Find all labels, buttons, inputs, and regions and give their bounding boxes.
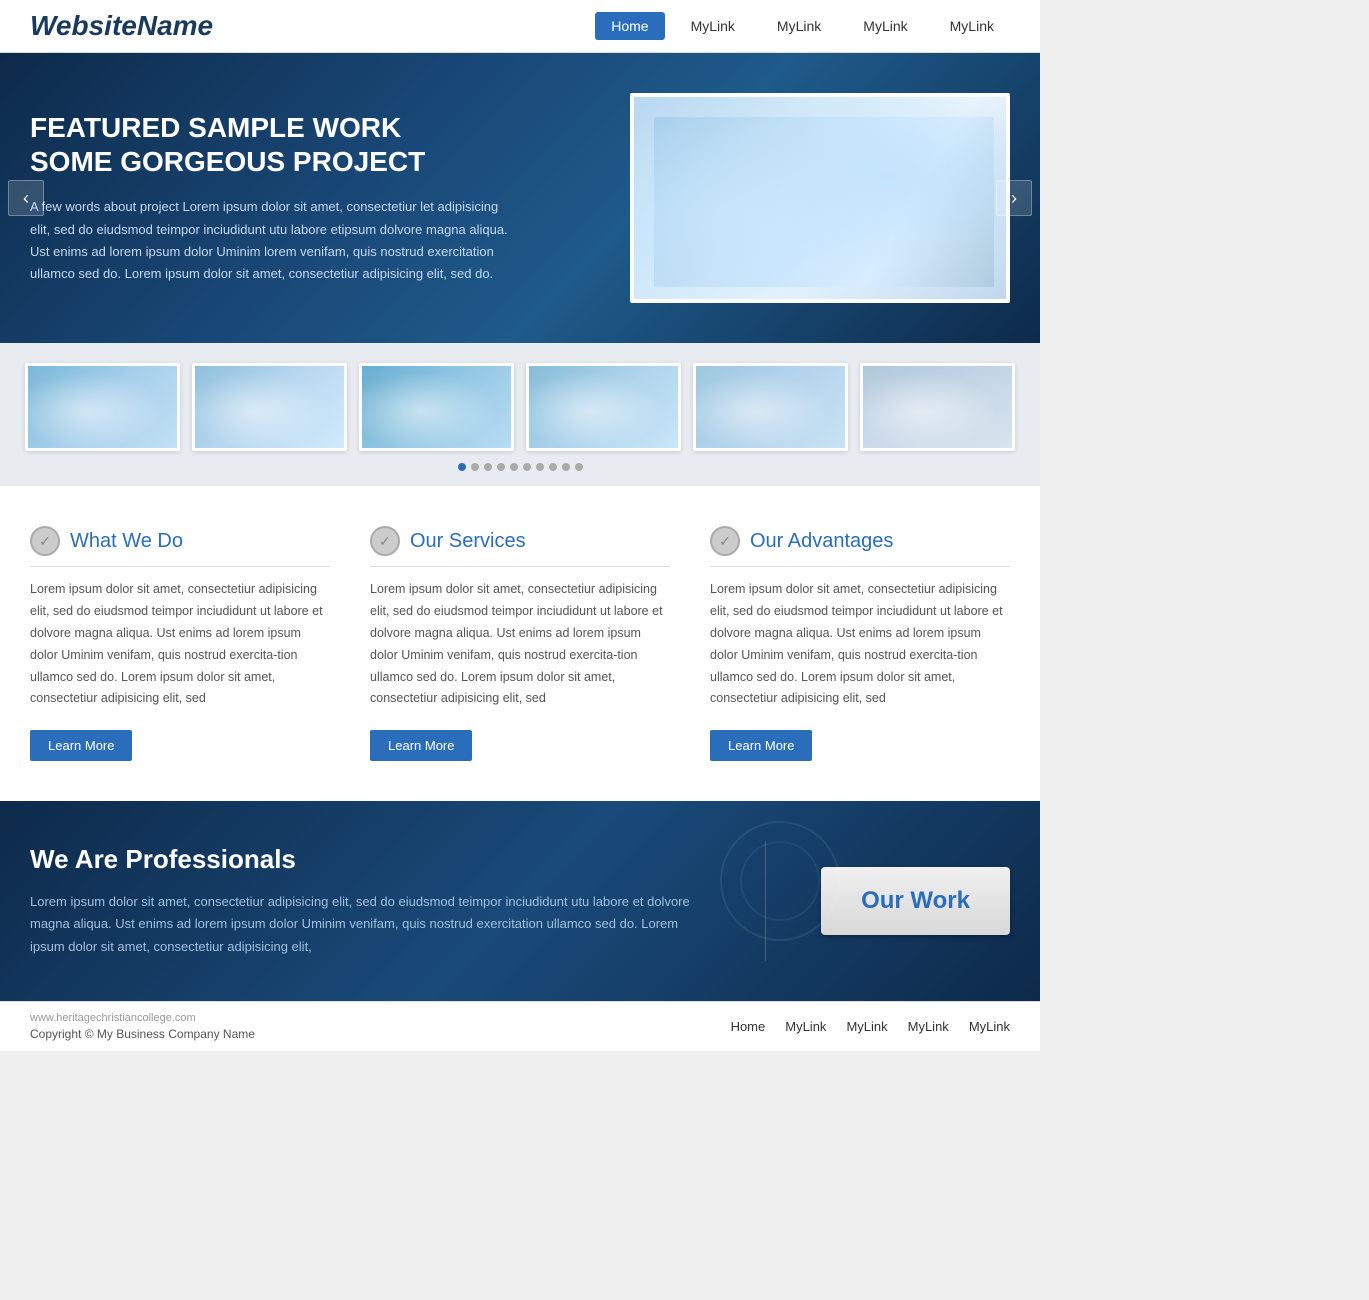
- hero-content: FEATURED SAMPLE WORK SOME GORGEOUS PROJE…: [30, 111, 510, 285]
- next-button[interactable]: ›: [996, 180, 1032, 216]
- nav-link-4[interactable]: MyLink: [934, 12, 1010, 40]
- col-what-we-do: ✓ What We Do Lorem ipsum dolor sit amet,…: [30, 526, 330, 761]
- thumbnail-3[interactable]: [359, 363, 514, 451]
- hero-image-wave: [634, 97, 1006, 299]
- footer-copyright: Copyright © My Business Company Name: [30, 1027, 255, 1041]
- pro-circle-inner: [740, 841, 820, 921]
- our-work-button[interactable]: Our Work: [821, 867, 1010, 935]
- hero-image: [630, 93, 1010, 303]
- pagination-dots: [30, 463, 1010, 471]
- col-icon-our-advantages: ✓: [710, 526, 740, 556]
- prev-button[interactable]: ‹: [8, 180, 44, 216]
- hero-description: A few words about project Lorem ipsum do…: [30, 196, 510, 284]
- thumbnail-6[interactable]: [860, 363, 1015, 451]
- learn-more-button-1[interactable]: Learn More: [30, 730, 132, 761]
- dot-3[interactable]: [484, 463, 492, 471]
- nav-link-3[interactable]: MyLink: [847, 12, 923, 40]
- dot-9[interactable]: [562, 463, 570, 471]
- dot-8[interactable]: [549, 463, 557, 471]
- hero-title: FEATURED SAMPLE WORK SOME GORGEOUS PROJE…: [30, 111, 510, 178]
- footer-nav-link-1[interactable]: MyLink: [785, 1019, 826, 1034]
- col-header-our-advantages: ✓ Our Advantages: [710, 526, 1010, 567]
- col-text-our-services: Lorem ipsum dolor sit amet, consectetiur…: [370, 579, 670, 710]
- col-our-services: ✓ Our Services Lorem ipsum dolor sit ame…: [370, 526, 670, 761]
- thumbnail-2[interactable]: [192, 363, 347, 451]
- footer-nav-link-4[interactable]: MyLink: [969, 1019, 1010, 1034]
- thumbnail-4[interactable]: [526, 363, 681, 451]
- header: WebsiteName Home MyLink MyLink MyLink My…: [0, 0, 1040, 53]
- three-col-section: ✓ What We Do Lorem ipsum dolor sit amet,…: [0, 486, 1040, 801]
- nav-link-1[interactable]: MyLink: [675, 12, 751, 40]
- footer-nav: Home MyLink MyLink MyLink MyLink: [731, 1019, 1010, 1034]
- footer-url: www.heritagechristiancollege.com: [30, 1012, 255, 1024]
- footer-left: www.heritagechristiancollege.com Copyrig…: [30, 1012, 255, 1041]
- col-header-what-we-do: ✓ What We Do: [30, 526, 330, 567]
- col-title-what-we-do: What We Do: [70, 530, 183, 553]
- dot-7[interactable]: [536, 463, 544, 471]
- col-icon-what-we-do: ✓: [30, 526, 60, 556]
- footer: www.heritagechristiancollege.com Copyrig…: [0, 1001, 1040, 1051]
- footer-nav-link-3[interactable]: MyLink: [908, 1019, 949, 1034]
- col-icon-our-services: ✓: [370, 526, 400, 556]
- col-our-advantages: ✓ Our Advantages Lorem ipsum dolor sit a…: [710, 526, 1010, 761]
- thumbnail-1[interactable]: [25, 363, 180, 451]
- learn-more-button-2[interactable]: Learn More: [370, 730, 472, 761]
- dot-5[interactable]: [510, 463, 518, 471]
- thumbnails-row: [30, 363, 1010, 451]
- dot-2[interactable]: [471, 463, 479, 471]
- footer-nav-home[interactable]: Home: [731, 1019, 766, 1034]
- dot-10[interactable]: [575, 463, 583, 471]
- col-text-what-we-do: Lorem ipsum dolor sit amet, consectetiur…: [30, 579, 330, 710]
- dot-4[interactable]: [497, 463, 505, 471]
- hero-section: ‹ FEATURED SAMPLE WORK SOME GORGEOUS PRO…: [0, 53, 1040, 343]
- dot-6[interactable]: [523, 463, 531, 471]
- footer-nav-link-2[interactable]: MyLink: [846, 1019, 887, 1034]
- col-header-our-services: ✓ Our Services: [370, 526, 670, 567]
- logo: WebsiteName: [30, 10, 213, 42]
- main-nav: Home MyLink MyLink MyLink MyLink: [595, 12, 1010, 40]
- col-title-our-services: Our Services: [410, 530, 526, 553]
- pro-title: We Are Professionals: [30, 844, 710, 875]
- learn-more-button-3[interactable]: Learn More: [710, 730, 812, 761]
- nav-link-2[interactable]: MyLink: [761, 12, 837, 40]
- col-title-our-advantages: Our Advantages: [750, 530, 893, 553]
- thumbnails-section: [0, 343, 1040, 486]
- dot-1[interactable]: [458, 463, 466, 471]
- col-text-our-advantages: Lorem ipsum dolor sit amet, consectetiur…: [710, 579, 1010, 710]
- pro-text: Lorem ipsum dolor sit amet, consectetiur…: [30, 891, 710, 959]
- thumbnail-5[interactable]: [693, 363, 848, 451]
- pro-content: We Are Professionals Lorem ipsum dolor s…: [30, 844, 710, 959]
- professional-section: We Are Professionals Lorem ipsum dolor s…: [0, 801, 1040, 1001]
- nav-home[interactable]: Home: [595, 12, 664, 40]
